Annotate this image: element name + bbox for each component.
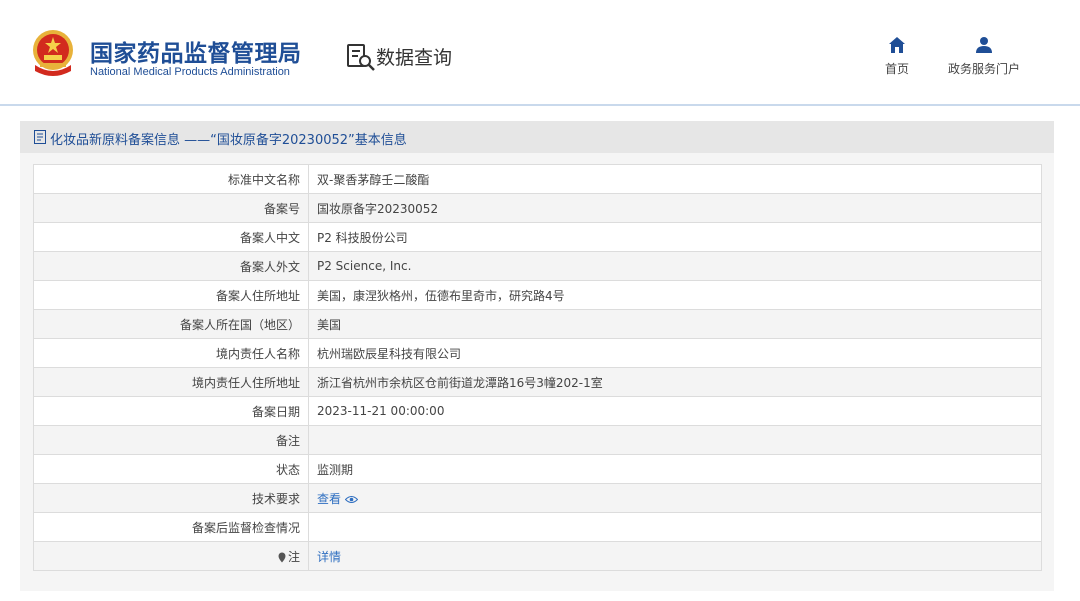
nav-service-portal-link[interactable]: 政务服务门户 xyxy=(942,36,1026,77)
brand-name-en: National Medical Products Administration xyxy=(90,66,290,78)
table-row: 备案日期 2023-11-21 00:00:00 xyxy=(33,396,1042,426)
document-icon xyxy=(34,130,46,144)
brand-name-cn: 国家药品监督管理局 xyxy=(90,41,302,67)
view-link-label: 查看 xyxy=(317,491,342,506)
table-row: 境内责任人住所地址 浙江省杭州市余杭区仓前街道龙潭路16号3幢202-1室 xyxy=(33,367,1042,397)
row-label-note: 注 xyxy=(33,541,309,571)
row-label-tech-requirements: 技术要求 xyxy=(33,483,309,513)
row-label-status: 状态 xyxy=(33,454,309,484)
row-value-filing-number: 国妆原备字20230052 xyxy=(308,193,1042,223)
row-value-applicant-address: 美国，康涅狄格州，伍德布里奇市，研究路4号 xyxy=(308,280,1042,310)
row-value-domestic-agent-address: 浙江省杭州市余杭区仓前街道龙潭路16号3幢202-1室 xyxy=(308,367,1042,397)
table-row: 备注 xyxy=(33,425,1042,455)
table-row: 备案人住所地址 美国，康涅狄格州，伍德布里奇市，研究路4号 xyxy=(33,280,1042,310)
table-row: 标准中文名称 双-聚香茅醇壬二酸酯 xyxy=(33,164,1042,194)
row-value-tech-requirements: 查看 xyxy=(308,483,1042,513)
table-row: 备案人外文 P2 Science, Inc. xyxy=(33,251,1042,281)
home-icon xyxy=(889,37,905,53)
row-label-remarks: 备注 xyxy=(33,425,309,455)
row-value-applicant-foreign: P2 Science, Inc. xyxy=(308,251,1042,281)
row-value-status: 监测期 xyxy=(308,454,1042,484)
row-label-filing-date: 备案日期 xyxy=(33,396,309,426)
table-row: 备案人所在国（地区） 美国 xyxy=(33,309,1042,339)
details-link[interactable]: 详情 xyxy=(317,550,341,564)
row-value-standard-name: 双-聚香茅醇壬二酸酯 xyxy=(308,164,1042,194)
site-header: 国家药品监督管理局 National Medical Products Admi… xyxy=(0,0,1080,106)
table-row: 备案号 国妆原备字20230052 xyxy=(33,193,1042,223)
document-search-icon xyxy=(347,44,375,71)
row-label-domestic-agent-name: 境内责任人名称 xyxy=(33,338,309,368)
page-title: 数据查询 xyxy=(376,47,453,69)
row-value-applicant-country: 美国 xyxy=(308,309,1042,339)
user-icon xyxy=(976,37,992,53)
section-title: 化妆品新原料备案信息 ——“国妆原备字20230052”基本信息 xyxy=(50,133,407,148)
table-row: 状态 监测期 xyxy=(33,454,1042,484)
nav-home-label: 首页 xyxy=(884,62,909,76)
row-label-filing-number: 备案号 xyxy=(33,193,309,223)
national-emblem-icon xyxy=(33,30,73,76)
row-value-domestic-agent-name: 杭州瑞欧辰星科技有限公司 xyxy=(308,338,1042,368)
basic-info-table: 标准中文名称 双-聚香茅醇壬二酸酯 备案号 国妆原备字20230052 备案人中… xyxy=(33,164,1042,571)
row-label-applicant-cn: 备案人中文 xyxy=(33,222,309,252)
row-label-post-filing-inspection: 备案后监督检查情况 xyxy=(33,512,309,542)
table-row: 注 详情 xyxy=(33,541,1042,571)
row-label-domestic-agent-address: 境内责任人住所地址 xyxy=(33,367,309,397)
info-panel: 标准中文名称 双-聚香茅醇壬二酸酯 备案号 国妆原备字20230052 备案人中… xyxy=(20,153,1054,591)
table-row: 备案后监督检查情况 xyxy=(33,512,1042,542)
table-row: 境内责任人名称 杭州瑞欧辰星科技有限公司 xyxy=(33,338,1042,368)
row-value-post-filing-inspection xyxy=(308,512,1042,542)
row-label-standard-name: 标准中文名称 xyxy=(33,164,309,194)
row-label-applicant-foreign: 备案人外文 xyxy=(33,251,309,281)
row-value-remarks xyxy=(308,425,1042,455)
table-row: 技术要求 查看 xyxy=(33,483,1042,513)
note-label: 注 xyxy=(287,549,300,564)
row-value-filing-date: 2023-11-21 00:00:00 xyxy=(308,396,1042,426)
row-label-applicant-address: 备案人住所地址 xyxy=(33,280,309,310)
row-label-applicant-country: 备案人所在国（地区） xyxy=(33,309,309,339)
row-value-applicant-cn: P2 科技股份公司 xyxy=(308,222,1042,252)
eye-icon xyxy=(345,495,359,503)
table-row: 备案人中文 P2 科技股份公司 xyxy=(33,222,1042,252)
nav-home-link[interactable]: 首页 xyxy=(874,36,920,77)
row-value-note: 详情 xyxy=(308,541,1042,571)
view-tech-requirements-link[interactable]: 查看 xyxy=(317,491,359,506)
section-header: 化妆品新原料备案信息 ——“国妆原备字20230052”基本信息 xyxy=(20,121,1054,153)
pin-icon xyxy=(278,552,286,562)
nav-service-portal-label: 政务服务门户 xyxy=(947,62,1020,76)
